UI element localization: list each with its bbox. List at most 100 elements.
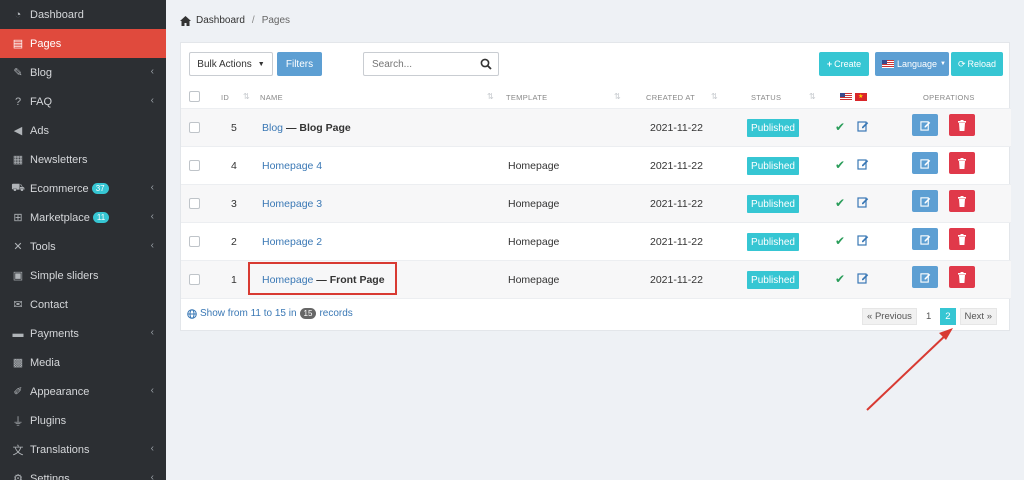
- sidebar-item-appearance[interactable]: ✐ Appearance ‹: [0, 377, 166, 406]
- edit-button[interactable]: [912, 228, 938, 250]
- language-dropdown[interactable]: Language ▼: [875, 52, 949, 76]
- us-flag-icon: [840, 93, 852, 101]
- sidebar-item-label: Blog: [30, 66, 53, 79]
- envelope-icon: ✉: [13, 299, 23, 311]
- table-row: 1 Homepage — Front Page Homepage 2021-11-22…: [181, 261, 1011, 299]
- chevron-left-icon[interactable]: ‹: [151, 240, 154, 251]
- sidebar-item-payments[interactable]: ▬ Payments ‹: [0, 319, 166, 348]
- plug-icon: ⏚: [12, 415, 24, 428]
- delete-button[interactable]: [949, 190, 975, 212]
- page-name-link[interactable]: Homepage 3: [262, 198, 322, 210]
- col-template[interactable]: TEMPLATE: [506, 93, 547, 102]
- gear-icon: ⚙: [13, 473, 23, 480]
- blog-edit-icon: ✎: [13, 67, 23, 79]
- row-checkbox[interactable]: [189, 122, 200, 133]
- edit-button[interactable]: [912, 114, 938, 136]
- sidebar-item-tools[interactable]: ✕ Tools ‹: [0, 232, 166, 261]
- page-name-link[interactable]: Homepage 4: [262, 160, 322, 172]
- row-checkbox[interactable]: [189, 198, 200, 209]
- col-name[interactable]: NAME: [260, 93, 283, 102]
- filters-button[interactable]: Filters: [277, 52, 322, 76]
- page-icon: ▤: [12, 38, 24, 50]
- records-count-badge: 15: [299, 308, 317, 319]
- sidebar-item-label: Pages: [30, 37, 62, 50]
- edit-translation-icon[interactable]: [857, 234, 869, 246]
- sidebar-item-marketplace[interactable]: ⊞ Marketplace 11 ‹: [0, 203, 166, 232]
- status-badge: Published: [747, 195, 799, 213]
- records-info: Show from 11 to 15 in 15 records: [187, 308, 353, 319]
- chevron-left-icon[interactable]: ‹: [151, 327, 154, 338]
- newspaper-icon: ▦: [12, 154, 24, 166]
- row-checkbox[interactable]: [189, 160, 200, 171]
- sidebar-item-translations[interactable]: 文 Translations ‹: [0, 435, 166, 464]
- sidebar-item-label: Simple sliders: [30, 269, 99, 282]
- media-icon: ▩: [12, 357, 24, 369]
- row-id: 3: [231, 198, 237, 210]
- sidebar-item-newsletters[interactable]: ▦ Newsletters: [0, 145, 166, 174]
- chevron-left-icon[interactable]: ‹: [151, 385, 154, 396]
- create-label: Create: [834, 59, 862, 69]
- row-id: 4: [231, 160, 237, 172]
- page-2-button[interactable]: 2: [940, 308, 956, 325]
- row-checkbox[interactable]: [189, 236, 200, 247]
- search-input[interactable]: [372, 58, 477, 70]
- sidebar-item-ecommerce[interactable]: ⛟ Ecommerce 37 ‹: [0, 174, 166, 203]
- check-icon: ✔: [835, 272, 846, 286]
- sidebar-item-media[interactable]: ▩ Media: [0, 348, 166, 377]
- breadcrumb-home[interactable]: Dashboard: [196, 15, 245, 26]
- chevron-left-icon[interactable]: ‹: [151, 182, 154, 193]
- plus-icon: +: [826, 59, 833, 69]
- pagination: « Previous 1 2 Next »: [862, 308, 997, 325]
- delete-button[interactable]: [949, 114, 975, 136]
- sidebar-item-faq[interactable]: ? FAQ ‹: [0, 87, 166, 116]
- sidebar-item-blog[interactable]: ✎ Blog ‹: [0, 58, 166, 87]
- dashboard-icon: ◔: [14, 8, 22, 21]
- delete-button[interactable]: [949, 266, 975, 288]
- chevron-left-icon[interactable]: ‹: [151, 443, 154, 454]
- col-status[interactable]: STATUS: [751, 93, 781, 102]
- delete-button[interactable]: [949, 228, 975, 250]
- sidebar-item-label: Marketplace: [30, 211, 90, 224]
- col-created-at[interactable]: CREATED AT: [646, 93, 695, 102]
- bulk-actions-dropdown[interactable]: Bulk Actions ▼: [189, 52, 273, 76]
- edit-button[interactable]: [912, 266, 938, 288]
- delete-button[interactable]: [949, 152, 975, 174]
- sidebar-item-settings[interactable]: ⚙ Settings ‹: [0, 464, 166, 480]
- chevron-left-icon[interactable]: ‹: [151, 211, 154, 222]
- edit-button[interactable]: [912, 190, 938, 212]
- chevron-left-icon[interactable]: ‹: [151, 95, 154, 106]
- caret-down-icon: ▼: [940, 61, 946, 67]
- edit-translation-icon[interactable]: [857, 272, 869, 284]
- sidebar-item-dashboard[interactable]: ◔ Dashboard: [0, 0, 166, 29]
- sidebar-item-ads[interactable]: ◀ Ads: [0, 116, 166, 145]
- chevron-left-icon[interactable]: ‹: [151, 66, 154, 77]
- create-button[interactable]: + Create: [819, 52, 869, 76]
- col-id[interactable]: ID: [221, 93, 229, 102]
- home-icon: [180, 15, 191, 26]
- page-name-link[interactable]: Homepage 2: [262, 236, 322, 248]
- row-name-cell: Homepage 3: [262, 198, 322, 210]
- table-row: 5 Blog — Blog Page 2021-11-22 Published ✔: [181, 109, 1011, 147]
- sidebar-item-pages[interactable]: ▤ Pages: [0, 29, 166, 58]
- edit-button[interactable]: [912, 152, 938, 174]
- previous-page-button[interactable]: « Previous: [862, 308, 917, 325]
- chevron-left-icon[interactable]: ‹: [151, 472, 154, 480]
- select-all-checkbox[interactable]: [189, 91, 200, 102]
- row-name-cell: Homepage 2: [262, 236, 322, 248]
- page-name-link[interactable]: Blog: [262, 122, 283, 134]
- row-checkbox[interactable]: [189, 274, 200, 285]
- sidebar-item-simple-sliders[interactable]: ▣ Simple sliders: [0, 261, 166, 290]
- page-1-button[interactable]: 1: [920, 308, 937, 325]
- next-page-button[interactable]: Next »: [959, 308, 997, 325]
- sidebar-item-plugins[interactable]: ⏚ Plugins: [0, 406, 166, 435]
- status-badge: Published: [747, 157, 799, 175]
- breadcrumb: Dashboard / Pages: [180, 15, 290, 26]
- reload-label: Reload: [967, 59, 997, 69]
- edit-translation-icon[interactable]: [857, 120, 869, 132]
- row-created-at: 2021-11-22: [650, 236, 703, 248]
- edit-translation-icon[interactable]: [857, 196, 869, 208]
- sidebar-item-contact[interactable]: ✉ Contact: [0, 290, 166, 319]
- edit-translation-icon[interactable]: [857, 158, 869, 170]
- search-icon[interactable]: [480, 58, 492, 70]
- reload-button[interactable]: ⟳ Reload: [951, 52, 1003, 76]
